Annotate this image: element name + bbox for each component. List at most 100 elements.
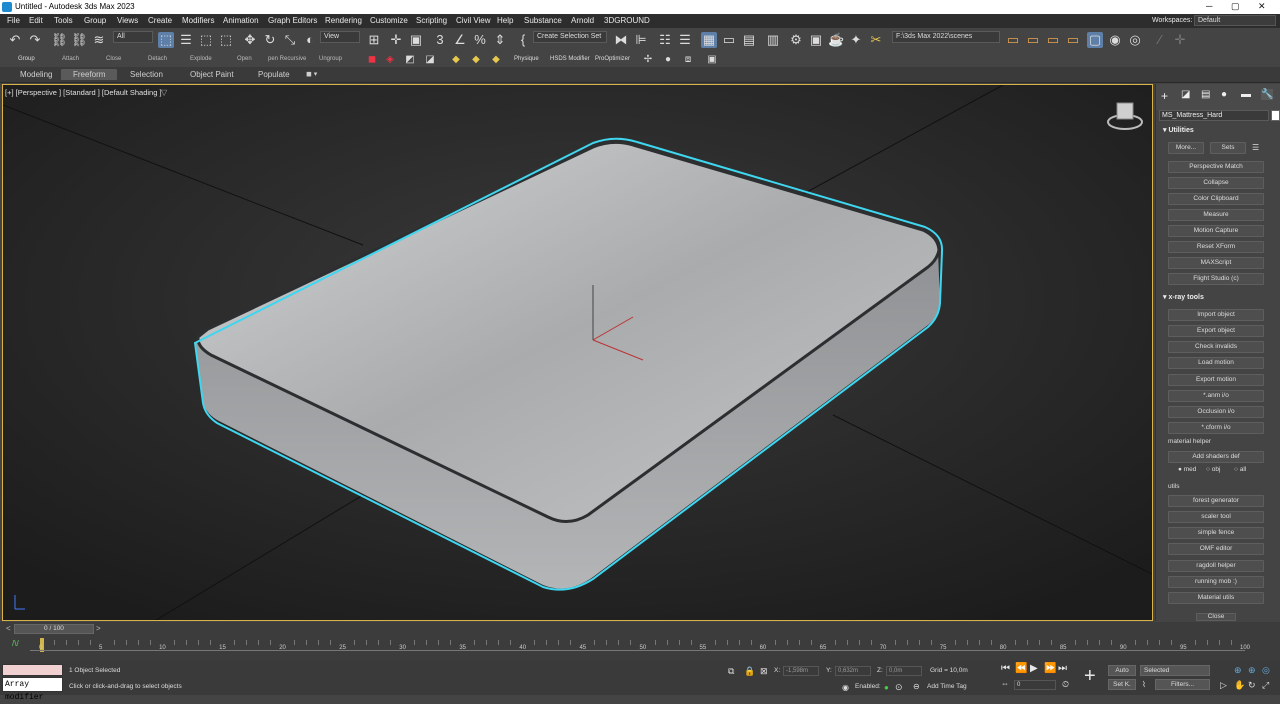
xray-button[interactable]: Check invalids [1168,341,1264,353]
viewcube-icon[interactable] [1116,102,1134,120]
goto-end-icon[interactable]: ⏭ [1058,663,1067,674]
viewport-label[interactable]: [+] [Perspective ] [Standard ] [Default … [5,88,162,97]
time-config-icon[interactable]: ⏲ [1062,679,1069,690]
xray-button[interactable]: Export object [1168,325,1264,337]
utils-button[interactable]: scaler tool [1168,511,1264,523]
menu-edit[interactable]: Edit [29,16,43,25]
configure-sets-icon[interactable]: ☰ [1252,143,1259,152]
ungroup-button[interactable]: Ungroup [319,56,342,62]
box-icon-3[interactable]: ◆ [488,52,504,68]
workspace-dropdown[interactable]: Default [1194,15,1276,26]
maximize-viewport-icon[interactable]: ⤢ [1262,680,1269,691]
menu-civil-view[interactable]: Civil View [456,16,491,25]
fov-icon[interactable]: ▷ [1220,680,1227,691]
current-frame-field[interactable]: 0 [1014,680,1056,690]
ref-coord-dropdown[interactable]: View [320,31,360,43]
utils-button[interactable]: OMF editor [1168,543,1264,555]
next-key-icon[interactable]: ⏩ [1044,663,1056,674]
tool-icon[interactable]: ⧈ [680,52,696,68]
layer-explorer-icon[interactable]: ☰ [677,32,693,48]
utility-button[interactable]: Flight Studio (c) [1168,273,1264,285]
menu-3dground[interactable]: 3DGROUND [604,16,650,25]
track-bar[interactable]: /\/ 0 5 10 15 20 25 30 35 40 45 50 55 60 65 70 75 80 85 90… [0,636,1280,660]
reset-icon[interactable]: ◉ [1107,32,1123,48]
utility-button[interactable]: Measure [1168,209,1264,221]
goto-start-icon[interactable]: ⏮ [1001,663,1010,674]
isolate-selection-icon[interactable]: ⧉ [728,666,734,677]
undo-icon[interactable]: ↶ [7,32,23,48]
physique-button[interactable]: Physique [514,56,539,62]
menu-graph-editors[interactable]: Graph Editors [268,16,317,25]
redo-icon[interactable]: ↷ [27,32,43,48]
xray-button[interactable]: *.anm i/o [1168,390,1264,402]
helper-icon[interactable]: ✢ [640,52,656,68]
group-button[interactable]: Group [18,56,35,62]
box-icon[interactable]: ◆ [448,52,464,68]
plugin-red-icon-2[interactable]: ◈ [382,52,398,68]
xray-button[interactable]: Load motion [1168,357,1264,369]
unlink-icon[interactable]: ⛓ [71,32,88,48]
hsds-modifier-button[interactable]: HSDS Modifier [550,56,590,62]
y-coordinate-field[interactable]: 0,632m [835,666,871,676]
menu-arnold[interactable]: Arnold [571,16,594,25]
play-icon[interactable]: ▶ [1030,663,1038,674]
bind-spacewarp-icon[interactable]: ≋ [91,32,107,48]
menu-animation[interactable]: Animation [223,16,259,25]
tab-selection[interactable]: Selection [130,70,163,79]
motion-tab-icon[interactable]: ● [1221,89,1227,100]
add-shaders-button[interactable]: Add shaders def [1168,451,1264,463]
selection-lock-icon[interactable]: 🔒 [744,666,755,677]
pivot-center-icon[interactable]: ⊞ [366,32,382,48]
open-recursive-button[interactable]: pen Recursive [268,56,306,62]
ribbon-options-icon[interactable]: ◼ ▾ [306,70,317,78]
menu-customize[interactable]: Customize [370,16,408,25]
menu-group[interactable]: Group [84,16,106,25]
archive-icon[interactable]: ▭ [1065,32,1081,48]
open-project-icon[interactable]: ▭ [1025,32,1041,48]
utils-button[interactable]: running mob :) [1168,576,1264,588]
align-icon[interactable]: ⊫ [633,32,649,48]
object-color-swatch[interactable] [1271,110,1280,121]
viewport-filter-icon[interactable]: ▽ [161,88,167,97]
material-editor-icon[interactable]: ▥ [765,32,781,48]
project-path-dropdown[interactable]: F:\3ds Max 2022\scenes [892,31,1000,43]
scissors-icon[interactable]: ✂ [868,32,884,48]
key-mode-icon[interactable]: ⇔ [1001,679,1009,688]
menu-rendering[interactable]: Rendering [325,16,362,25]
create-tab-icon[interactable]: + [1161,89,1168,103]
utility-button[interactable]: Motion Capture [1168,225,1264,237]
maximize-button[interactable]: ▢ [1231,1,1240,12]
radio-obj[interactable]: ○ obj [1206,466,1220,473]
add-time-tag-button[interactable]: Add Time Tag [927,683,967,690]
hierarchy-tab-icon[interactable]: ▤ [1201,89,1210,100]
adaptive-degradation-icon[interactable]: ◉ [842,683,849,692]
menu-file[interactable]: File [7,16,20,25]
utility-button[interactable]: Perspective Match [1168,161,1264,173]
maxscript-listener-top[interactable] [2,664,63,676]
sets-button[interactable]: Sets [1210,142,1246,154]
xray-button[interactable]: Export motion [1168,374,1264,386]
zoom-all-icon[interactable]: ⊕ [1248,665,1256,676]
detach-button[interactable]: Detach [148,56,167,62]
more-button[interactable]: More... [1168,142,1204,154]
percent-snap-icon[interactable]: % [472,32,488,48]
key-tangents-icon[interactable]: ⌇ [1142,680,1146,689]
perspective-viewport[interactable]: [+] [Perspective ] [Standard ] [Default … [2,84,1153,621]
rendered-frame-icon[interactable]: ▣ [808,32,824,48]
prev-key-icon[interactable]: ⏪ [1015,663,1027,674]
tab-populate[interactable]: Populate [258,70,290,79]
minimize-button[interactable]: ─ [1206,1,1212,11]
time-slider[interactable]: 0 / 100 [14,624,94,634]
plugin-icon-3[interactable]: ◩ [402,52,418,68]
auto-key-button[interactable]: Auto [1108,665,1136,676]
radio-all[interactable]: ○ all [1234,466,1246,473]
key-filter-dropdown[interactable]: Selected [1140,665,1210,676]
render-icon[interactable]: ☕ [828,32,844,48]
pan-icon[interactable]: ✋ [1234,680,1245,691]
utility-button[interactable]: Reset XForm [1168,241,1264,253]
menu-create[interactable]: Create [148,16,172,25]
save-project-icon[interactable]: ▭ [1045,32,1061,48]
next-frame-icon[interactable]: > [96,624,101,633]
link-icon[interactable]: ⛓ [51,32,68,48]
object-name-field[interactable]: MS_Mattress_Hard [1159,110,1269,121]
